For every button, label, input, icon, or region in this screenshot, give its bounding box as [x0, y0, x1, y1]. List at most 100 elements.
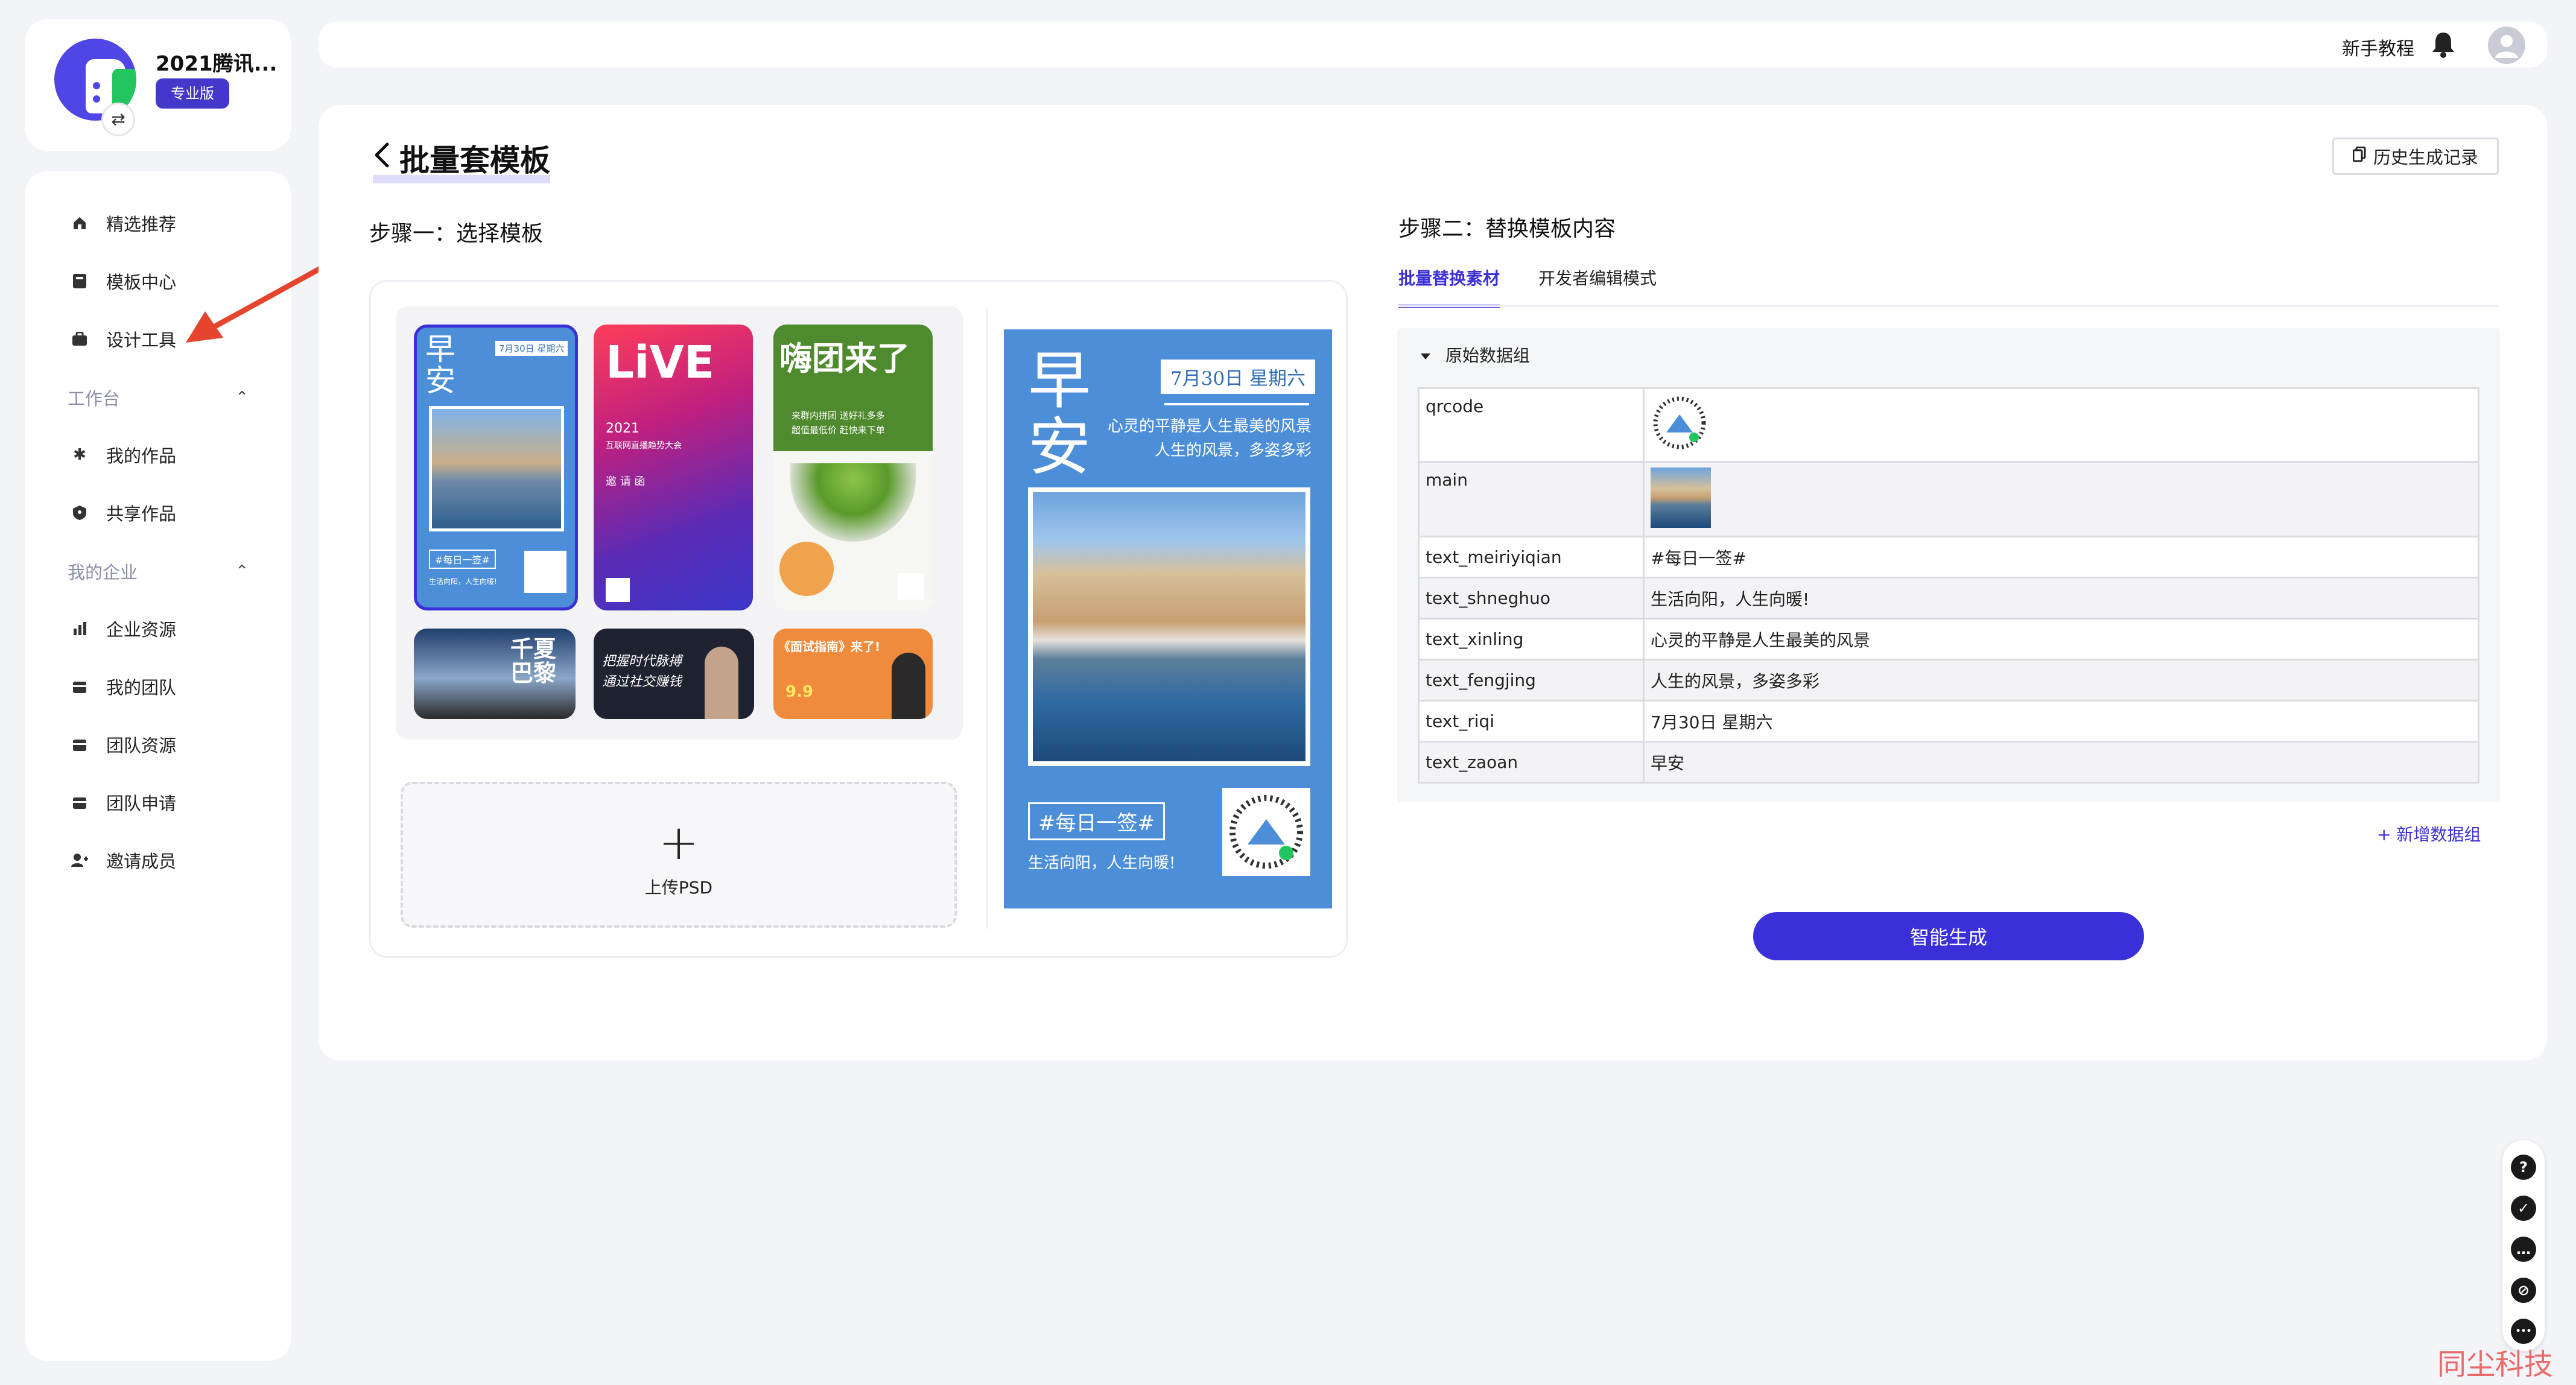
table-value[interactable]: 7月30日 星期六: [1643, 700, 2479, 743]
step-two-title: 步骤二：替换模板内容: [1398, 217, 1616, 241]
floating-toolbar: ? ✓ … ⊘ •••: [2502, 1140, 2545, 1351]
sidebar-item-my-works[interactable]: ✱ 我的作品: [71, 437, 176, 473]
table-key: text_zaoan: [1418, 741, 1645, 784]
template-preview: 早安 7月30日 星期六 心灵的平静是人生最美的风景 人生的风景，多姿多彩 #每…: [1004, 329, 1332, 908]
table-key: text_riqi: [1418, 700, 1645, 743]
chevron-up-icon: ⌃: [235, 388, 249, 407]
back-icon[interactable]: [373, 141, 390, 176]
sidebar-item-label: 精选推荐: [106, 214, 177, 235]
table-row: text_fengjing 人生的风景，多姿多彩: [1418, 659, 2479, 702]
table-row: text_xinling 心灵的平静是人生最美的风景: [1418, 618, 2479, 661]
sidebar-item-team-resources[interactable]: 团队资源: [71, 726, 176, 762]
switch-org-icon[interactable]: ⇄: [101, 103, 135, 136]
table-value-qrcode[interactable]: [1643, 387, 2479, 463]
table-value[interactable]: 心灵的平静是人生最美的风景: [1643, 618, 2479, 661]
sidebar-item-invite-members[interactable]: 邀请成员: [71, 842, 176, 878]
sidebar-item-label: 我的作品: [106, 446, 177, 466]
avatar[interactable]: [2488, 27, 2525, 64]
check-icon[interactable]: ✓: [2511, 1196, 2536, 1221]
table-key: text_meiriyiqian: [1418, 536, 1645, 578]
data-group-header[interactable]: 原始数据组: [1420, 343, 1530, 367]
add-user-icon: [71, 852, 88, 869]
template-thumb-group-buy[interactable]: 嗨团来了 来群内拼团 送好礼多多 超值最低价 赶快来下单: [773, 325, 933, 610]
sidebar-group-enterprise[interactable]: 我的企业 ⌃: [68, 556, 249, 586]
table-key: qrcode: [1418, 387, 1645, 463]
table-row: text_riqi 7月30日 星期六: [1418, 700, 2479, 743]
qr-code-icon: [1651, 394, 1708, 452]
template-thumb-paris[interactable]: 千夏巴黎: [414, 629, 576, 719]
chevron-up-icon: ⌃: [235, 562, 249, 580]
sidebar-item-label: 团队申请: [106, 793, 177, 814]
main-image-thumb: [1651, 467, 1711, 528]
table-value[interactable]: 人生的风景，多姿多彩: [1643, 659, 2479, 702]
sidebar-item-my-team[interactable]: 我的团队: [71, 668, 176, 705]
chart-icon: [71, 620, 88, 637]
home-icon: [71, 215, 88, 232]
qr-code-icon: [898, 573, 924, 600]
caret-down-icon: [1420, 345, 1431, 365]
divider: [986, 308, 988, 929]
watermark: 同尘科技: [2437, 1348, 2554, 1381]
preview-photo: [1028, 487, 1310, 766]
content-tabs: 批量替换素材 开发者编辑模式: [1398, 265, 1657, 308]
add-data-group-link[interactable]: + 新增数据组: [2377, 822, 2481, 846]
sidebar-group-workspace[interactable]: 工作台 ⌃: [68, 382, 249, 413]
table-row: text_shneghuo 生活向阳，人生向暖!: [1418, 577, 2479, 620]
tab-batch-replace[interactable]: 批量替换素材: [1398, 265, 1500, 308]
bell-icon[interactable]: [2430, 30, 2457, 58]
table-row: qrcode: [1418, 387, 2479, 463]
sidebar-item-enterprise-resources[interactable]: 企业资源: [71, 610, 176, 647]
template-thumb-live[interactable]: LiVE 2021 互联网直播趋势大会 邀 请 函: [594, 325, 753, 610]
sidebar-item-label: 模板中心: [106, 272, 177, 293]
tutorial-link[interactable]: 新手教程: [2342, 34, 2414, 60]
box-icon: [71, 736, 88, 753]
template-thumb-social[interactable]: 把握时代脉搏 通过社交赚钱: [594, 629, 754, 719]
sidebar-item-shared-works[interactable]: 共享作品: [71, 495, 176, 531]
table-value[interactable]: 早安: [1643, 741, 2479, 784]
sidebar-item-label: 团队资源: [106, 735, 177, 756]
sidebar-item-label: 设计工具: [106, 330, 177, 350]
shield-icon: [71, 504, 88, 521]
upload-psd-button[interactable]: + 上传PSD: [401, 782, 957, 928]
box-icon: [71, 678, 88, 695]
template-thumb-interview[interactable]: 《面试指南》来了! 9.9: [773, 629, 933, 719]
sidebar-item-team-application[interactable]: 团队申请: [71, 784, 176, 820]
chat-icon[interactable]: …: [2511, 1237, 2536, 1262]
table-key: text_shneghuo: [1418, 577, 1645, 620]
top-bar: 新手教程: [319, 22, 2547, 68]
sidebar-item-templates[interactable]: 模板中心: [71, 263, 176, 299]
table-value[interactable]: 生活向阳，人生向暖!: [1643, 577, 2479, 620]
table-value-main[interactable]: [1643, 461, 2479, 537]
plan-badge: 专业版: [156, 78, 229, 109]
table-value[interactable]: #每日一签#: [1643, 536, 2479, 578]
sidebar-item-label: 共享作品: [106, 504, 177, 524]
briefcase-icon: [71, 331, 88, 347]
generate-button[interactable]: 智能生成: [1753, 912, 2144, 960]
table-row: main: [1418, 461, 2479, 537]
brand-name: 2021腾讯...: [156, 52, 278, 76]
table-key: main: [1418, 461, 1645, 537]
sidebar-item-design-tools[interactable]: 设计工具: [71, 321, 176, 357]
qr-code-icon: [1222, 788, 1310, 876]
data-table: qrcode main text_meiriyiqian #每日一签# text…: [1418, 387, 2479, 784]
tab-developer-mode[interactable]: 开发者编辑模式: [1538, 265, 1657, 308]
sidebar-item-featured[interactable]: 精选推荐: [71, 205, 176, 241]
table-key: text_xinling: [1418, 618, 1645, 661]
template-thumb-morning[interactable]: 早安 7月30日 星期六 #每日一签# 生活向阳，人生向暖!: [414, 325, 578, 610]
sidebar-item-label: 邀请成员: [106, 851, 177, 872]
page-title: 批量套模板: [373, 136, 550, 183]
tabs-divider: [1398, 305, 2499, 307]
box-icon: [71, 794, 88, 811]
history-button[interactable]: 历史生成记录: [2332, 138, 2499, 175]
help-icon[interactable]: ?: [2511, 1155, 2536, 1180]
qr-code-icon: [606, 578, 630, 602]
step-one-title: 步骤一：选择模板: [369, 221, 544, 246]
table-row: text_zaoan 早安: [1418, 741, 2479, 784]
table-row: text_meiriyiqian #每日一签#: [1418, 536, 2479, 578]
link-icon[interactable]: ⊘: [2511, 1278, 2536, 1303]
sidebar-item-label: 我的团队: [106, 677, 177, 698]
table-key: text_fengjing: [1418, 659, 1645, 702]
qr-code-icon: [524, 551, 566, 593]
copy-icon: [2352, 146, 2366, 166]
template-icon: [71, 273, 88, 290]
